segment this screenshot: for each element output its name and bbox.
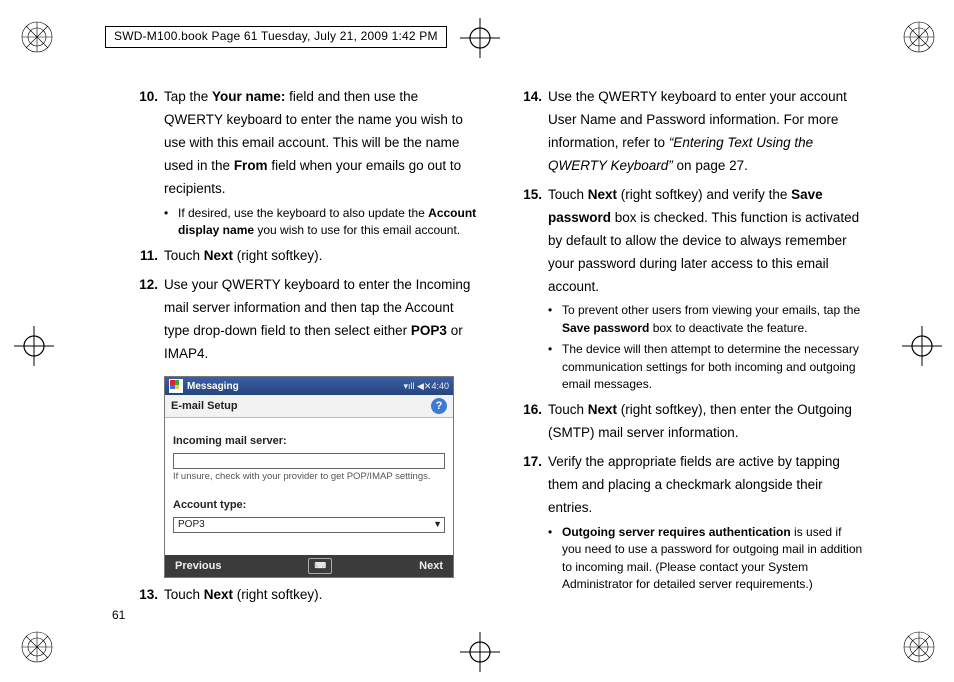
- chevron-down-icon: ▼: [433, 517, 442, 532]
- bold: Next: [588, 402, 617, 417]
- incoming-server-hint: If unsure, check with your provider to g…: [173, 471, 445, 482]
- phone-softkey-bar: Previous ⌨ Next: [165, 555, 453, 577]
- step-10: 10. Tap the Your name: field and then us…: [130, 86, 480, 239]
- text: (right softkey).: [233, 248, 322, 263]
- bullet: To prevent other users from viewing your…: [548, 302, 864, 337]
- softkey-previous[interactable]: Previous: [175, 557, 221, 576]
- text: (right softkey) and verify the: [617, 187, 791, 202]
- step-13: 13. Touch Next (right softkey).: [130, 584, 480, 607]
- corner-mark-bl: [20, 630, 54, 664]
- crop-mark-left: [14, 326, 54, 366]
- page-number: 61: [112, 608, 125, 622]
- account-type-select[interactable]: POP3 ▼: [173, 517, 445, 533]
- crop-mark-bottom-center: [460, 632, 500, 672]
- bold: Next: [588, 187, 617, 202]
- crop-mark-top-center: [460, 18, 500, 58]
- phone-app-title: Messaging: [183, 378, 403, 395]
- step-17: 17. Verify the appropriate fields are ac…: [514, 451, 864, 593]
- step-number: 12.: [130, 274, 158, 297]
- step-16: 16. Touch Next (right softkey), then ent…: [514, 399, 864, 445]
- bold: Outgoing server requires authentication: [562, 525, 791, 539]
- corner-mark-tr: [902, 20, 936, 54]
- bold: Next: [204, 587, 233, 602]
- bullet: Outgoing server requires authentication …: [548, 524, 864, 594]
- account-type-value: POP3: [178, 516, 205, 533]
- phone-status-bar: Messaging ▾ıll ◀✕ 4:40: [165, 377, 453, 395]
- text: Touch: [548, 187, 588, 202]
- content-columns: 10. Tap the Your name: field and then us…: [130, 86, 864, 613]
- clock: 4:40: [431, 379, 449, 394]
- bold: Next: [204, 248, 233, 263]
- signal-icon: ▾ıll ◀✕: [403, 379, 431, 394]
- text: To prevent other users from viewing your…: [562, 303, 860, 317]
- step-number: 10.: [130, 86, 158, 109]
- incoming-server-label: Incoming mail server:: [173, 432, 445, 451]
- step-number: 15.: [514, 184, 542, 207]
- column-left: 10. Tap the Your name: field and then us…: [130, 86, 480, 613]
- softkey-next[interactable]: Next: [419, 557, 443, 576]
- text: Verify the appropriate fields are active…: [548, 454, 840, 515]
- text: If desired, use the keyboard to also upd…: [178, 206, 428, 220]
- windows-icon: [169, 379, 183, 393]
- corner-mark-tl: [20, 20, 54, 54]
- text: (right softkey).: [233, 587, 322, 602]
- step-12: 12. Use your QWERTY keyboard to enter th…: [130, 274, 480, 578]
- step-15: 15. Touch Next (right softkey) and verif…: [514, 184, 864, 394]
- text: The device will then attempt to determin…: [562, 342, 859, 391]
- bold: From: [234, 158, 268, 173]
- step-number: 11.: [130, 245, 158, 268]
- text: box to deactivate the feature.: [649, 321, 807, 335]
- phone-screen-title-bar: E-mail Setup ?: [165, 395, 453, 418]
- keyboard-icon[interactable]: ⌨: [308, 558, 332, 574]
- step-number: 13.: [130, 584, 158, 607]
- text: you wish to use for this email account.: [254, 223, 460, 237]
- corner-mark-br: [902, 630, 936, 664]
- step-number: 14.: [514, 86, 542, 109]
- step-14: 14. Use the QWERTY keyboard to enter you…: [514, 86, 864, 178]
- step-number: 16.: [514, 399, 542, 422]
- text: Touch: [548, 402, 588, 417]
- page-header: SWD-M100.book Page 61 Tuesday, July 21, …: [105, 26, 447, 48]
- bullet: If desired, use the keyboard to also upd…: [164, 205, 480, 240]
- incoming-server-input[interactable]: [173, 453, 445, 469]
- help-icon[interactable]: ?: [431, 398, 447, 414]
- bold: Save password: [562, 321, 649, 335]
- bold: POP3: [411, 323, 447, 338]
- step-11: 11. Touch Next (right softkey).: [130, 245, 480, 268]
- bold: Your name:: [212, 89, 285, 104]
- text: Touch: [164, 587, 204, 602]
- step-number: 17.: [514, 451, 542, 474]
- account-type-label: Account type:: [173, 496, 445, 515]
- text: Touch: [164, 248, 204, 263]
- phone-screen-title: E-mail Setup: [171, 397, 238, 416]
- bullet: The device will then attempt to determin…: [548, 341, 864, 393]
- column-right: 14. Use the QWERTY keyboard to enter you…: [514, 86, 864, 613]
- crop-mark-right: [902, 326, 942, 366]
- phone-screenshot: Messaging ▾ıll ◀✕ 4:40 E-mail Setup ? In…: [164, 376, 454, 578]
- text: Tap the: [164, 89, 212, 104]
- text: on page 27.: [673, 158, 748, 173]
